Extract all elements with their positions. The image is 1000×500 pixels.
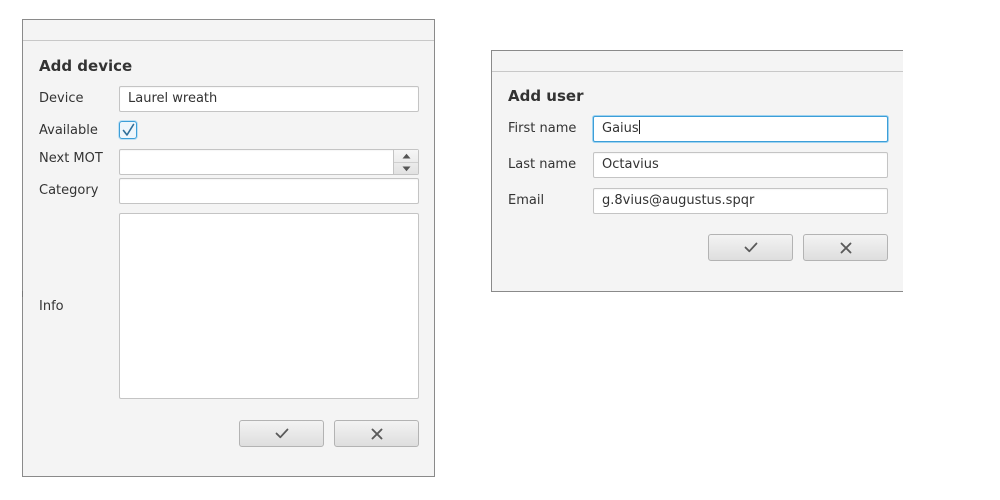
available-checkbox[interactable] — [119, 121, 137, 139]
add-user-confirm-button[interactable] — [708, 234, 793, 261]
add-device-title: Add device — [39, 57, 133, 75]
arrow-up-icon — [402, 153, 410, 159]
first-name-field[interactable]: Gaius — [593, 116, 888, 142]
email-field[interactable]: g.8vius@augustus.spqr — [593, 188, 888, 214]
category-label: Category — [39, 183, 99, 198]
category-field[interactable] — [119, 178, 419, 204]
next-mot-spinner — [393, 150, 418, 174]
add-device-confirm-button[interactable] — [239, 420, 324, 447]
add-user-cancel-button[interactable] — [803, 234, 888, 261]
info-label: Info — [39, 299, 64, 314]
dialog-edge-mark — [22, 291, 23, 297]
next-mot-field[interactable] — [119, 149, 419, 175]
last-name-label: Last name — [508, 157, 577, 172]
add-user-title: Add user — [508, 87, 584, 105]
check-icon — [275, 428, 288, 439]
spinner-down-button[interactable] — [394, 162, 418, 174]
device-label: Device — [39, 91, 84, 106]
email-label: Email — [508, 193, 545, 208]
check-icon — [744, 242, 757, 253]
arrow-down-icon — [402, 166, 410, 171]
next-mot-label: Next MOT — [39, 151, 103, 166]
device-field[interactable]: Laurel wreath — [119, 86, 419, 112]
info-textarea[interactable] — [119, 213, 419, 399]
close-icon — [840, 242, 851, 253]
first-name-label: First name — [508, 121, 577, 136]
spinner-up-button[interactable] — [394, 150, 418, 162]
text-caret — [638, 120, 640, 134]
available-label: Available — [39, 123, 98, 138]
first-name-value: Gaius — [602, 121, 639, 136]
check-icon — [122, 123, 135, 136]
close-icon — [371, 428, 382, 439]
last-name-field[interactable]: Octavius — [593, 152, 888, 178]
dialog-titlebar[interactable] — [492, 51, 903, 72]
add-device-cancel-button[interactable] — [334, 420, 419, 447]
dialog-titlebar[interactable] — [23, 20, 434, 41]
